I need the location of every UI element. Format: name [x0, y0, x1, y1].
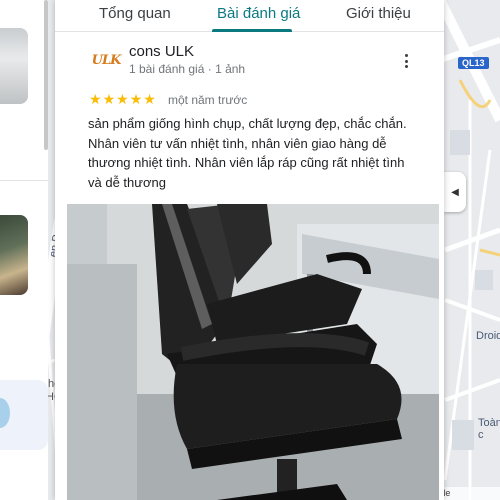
- reviewer-meta: 1 bài đánh giá · 1 ảnh: [129, 62, 246, 76]
- office-chair-photo: [67, 204, 439, 500]
- divider: [0, 180, 48, 181]
- tab-reviews[interactable]: Bài đánh giá: [217, 5, 300, 22]
- star-icon: ★: [143, 91, 156, 107]
- place-thumbnail[interactable]: [0, 215, 28, 295]
- route-badge: QL13: [458, 57, 489, 69]
- star-icon: ★: [102, 91, 116, 107]
- review-photo[interactable]: [67, 204, 439, 500]
- more-options-icon[interactable]: [399, 52, 413, 70]
- reviewer-name[interactable]: cons ULK: [129, 43, 194, 60]
- map-label[interactable]: Droid: [476, 330, 500, 342]
- tab-bar: Tổng quan Bài đánh giá Giới thiệu: [55, 0, 444, 32]
- place-thumbnail[interactable]: [0, 28, 28, 104]
- side-panel: [0, 0, 48, 500]
- chevron-left-icon: ◀: [451, 186, 459, 198]
- map-label[interactable]: Toàn c: [478, 417, 500, 441]
- avatar[interactable]: ULK: [91, 45, 121, 75]
- tab-overview[interactable]: Tổng quan: [99, 5, 171, 22]
- star-icon: ★: [89, 91, 102, 107]
- review-text: sản phẩm giống hình chụp, chất lượng đẹp…: [88, 116, 407, 190]
- avatar-logo: ULK: [91, 52, 122, 68]
- collapse-panel-button[interactable]: ◀: [444, 172, 466, 212]
- star-rating: ★ ★ ★ ★ ★: [89, 92, 156, 106]
- scrollbar[interactable]: [44, 0, 48, 150]
- star-icon: ★: [116, 91, 129, 107]
- star-icon: ★: [129, 91, 143, 107]
- review-panel: Tổng quan Bài đánh giá Giới thiệu ULK co…: [55, 0, 444, 500]
- review-date: một năm trước: [168, 93, 248, 107]
- active-tab-indicator: [212, 29, 292, 32]
- tab-about[interactable]: Giới thiệu: [346, 5, 411, 22]
